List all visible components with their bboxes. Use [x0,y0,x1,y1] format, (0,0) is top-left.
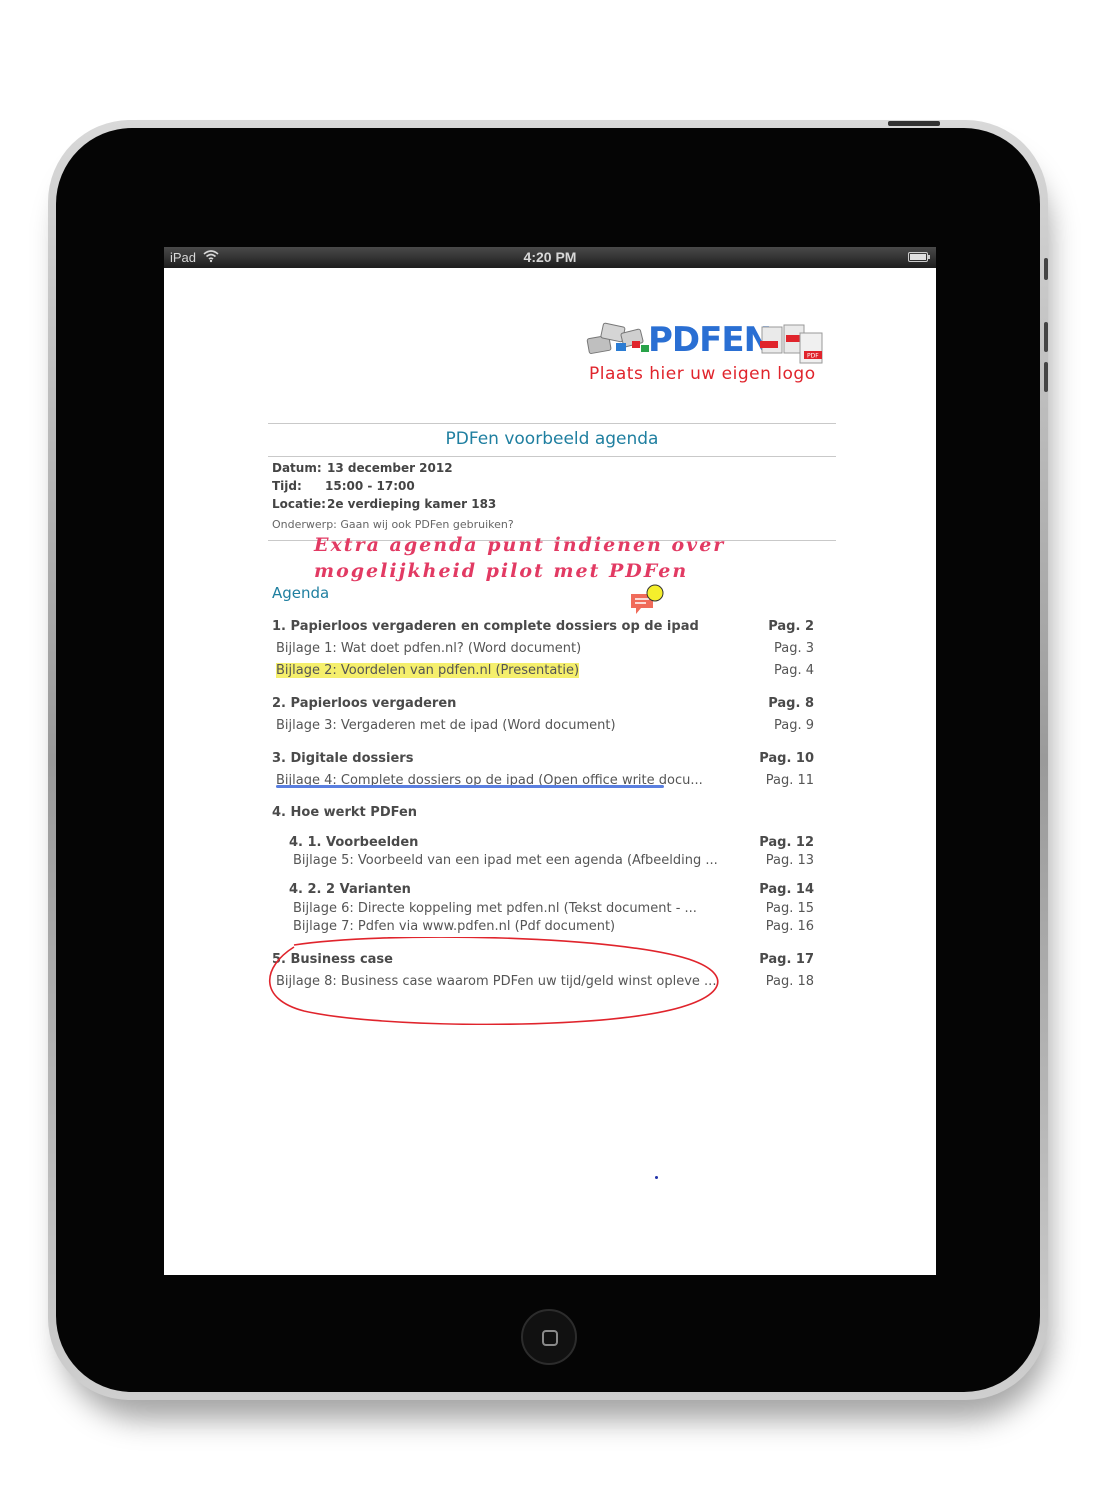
meta-time-value: 15:00 - 17:00 [325,479,415,493]
agenda-item-3[interactable]: 3. Digitale dossiers Pag. 10 [272,751,814,769]
attachment-title: Bijlage 6: Directe koppeling met pdfen.n… [293,901,697,916]
underline-annotation [276,785,664,788]
screen: iPad 4:20 PM PDFEN PDF Plaats hier uw ei… [164,247,936,1275]
attachment-4[interactable]: Bijlage 4: Complete dossiers op de ipad … [276,773,814,791]
agenda-item-1[interactable]: 1. Papierloos vergaderen en complete dos… [272,619,814,637]
page-number: Pag. 12 [759,835,814,850]
ink-dot [655,1176,658,1179]
agenda-item-4[interactable]: 4. Hoe werkt PDFen [272,805,814,823]
page-number: Pag. 15 [765,901,814,916]
status-bar: iPad 4:20 PM [164,247,936,268]
volume-down-button[interactable] [1044,362,1048,392]
agenda-heading: Agenda [272,584,330,602]
page-number: Pag. 18 [765,974,814,989]
title-divider-top [268,423,836,424]
page-number: Pag. 10 [759,751,814,766]
handwritten-note-line-2: mogelijkheid pilot met PDFen [314,560,689,582]
page-number: Pag. 9 [773,718,814,733]
home-button[interactable] [521,1309,577,1365]
agenda-item-title: 4. 2. 2 Varianten [289,882,411,897]
page-number: Pag. 3 [773,641,814,656]
attachment-6[interactable]: Bijlage 6: Directe koppeling met pdfen.n… [293,901,814,919]
meta-location: Locatie:2e verdieping kamer 183 [272,497,496,511]
attachment-1[interactable]: Bijlage 1: Wat doet pdfen.nl? (Word docu… [276,641,814,659]
agenda-item-4-1[interactable]: 4. 1. Voorbeelden Pag. 12 [289,835,814,853]
page-number: Pag. 17 [759,952,814,967]
comment-note-icon[interactable] [630,584,670,618]
envelope-icons [586,322,649,354]
pdfen-logo: PDFEN PDF [586,320,823,364]
battery-icon [908,252,930,262]
attachment-2[interactable]: Bijlage 2: Voordelen van pdfen.nl (Prese… [276,663,814,681]
status-time: 4:20 PM [523,249,577,265]
volume-up-button[interactable] [1044,322,1048,352]
svg-text:PDF: PDF [807,353,819,360]
attachment-title-highlighted: Bijlage 2: Voordelen van pdfen.nl (Prese… [276,663,580,678]
mute-switch[interactable] [1044,258,1048,280]
agenda-item-title: 3. Digitale dossiers [272,751,414,766]
sleep-button[interactable] [888,121,940,126]
meta-time-label: Tijd: [272,479,302,493]
agenda-item-title: 4. 1. Voorbeelden [289,835,419,850]
circle-annotation [268,937,719,1025]
page-number: Pag. 4 [773,663,814,678]
title-divider-bottom [268,456,836,457]
attachment-title: Bijlage 7: Pdfen via www.pdfen.nl (Pdf d… [293,919,616,934]
meta-date: Datum: 13 december 2012 [272,461,453,475]
page-number: Pag. 2 [768,619,814,634]
page-number: Pag. 14 [759,882,814,897]
handwritten-note-line-1: Extra agenda punt indienen over [314,534,726,556]
attachment-title: Bijlage 3: Vergaderen met de ipad (Word … [276,718,616,733]
attachment-3[interactable]: Bijlage 3: Vergaderen met de ipad (Word … [276,718,814,736]
logo-brand-text: PDFEN [648,320,771,360]
meta-date-label: Datum: [272,461,322,475]
agenda-item-title: 1. Papierloos vergaderen en complete dos… [272,619,699,634]
meta-date-value: 13 december 2012 [327,461,453,475]
logo-caption: Plaats hier uw eigen logo [589,364,816,384]
page-number: Pag. 16 [765,919,814,934]
page-number: Pag. 8 [768,696,814,711]
attachment-7[interactable]: Bijlage 7: Pdfen via www.pdfen.nl (Pdf d… [293,919,814,937]
agenda-item-title: 2. Papierloos vergaderen [272,696,457,711]
agenda-item-4-2[interactable]: 4. 2. 2 Varianten Pag. 14 [289,882,814,900]
attachment-title: Bijlage 5: Voorbeeld van een ipad met ee… [293,853,718,868]
agenda-item-2[interactable]: 2. Papierloos vergaderen Pag. 8 [272,696,814,714]
attachment-title: Bijlage 1: Wat doet pdfen.nl? (Word docu… [276,641,582,656]
attachment-5[interactable]: Bijlage 5: Voorbeeld van een ipad met ee… [293,853,814,871]
meta-location-label: Locatie: [272,497,326,511]
meeting-subject: Onderwerp: Gaan wij ook PDFen gebruiken? [272,518,514,531]
document-title: PDFen voorbeeld agenda [445,429,659,449]
home-square-icon [542,1330,558,1346]
agenda-item-title: 4. Hoe werkt PDFen [272,805,418,820]
page-number: Pag. 11 [765,773,814,788]
meta-location-value: 2e verdieping kamer 183 [327,497,497,511]
page-number: Pag. 13 [765,853,814,868]
meta-time: Tijd: 15:00 - 17:00 [272,479,415,493]
